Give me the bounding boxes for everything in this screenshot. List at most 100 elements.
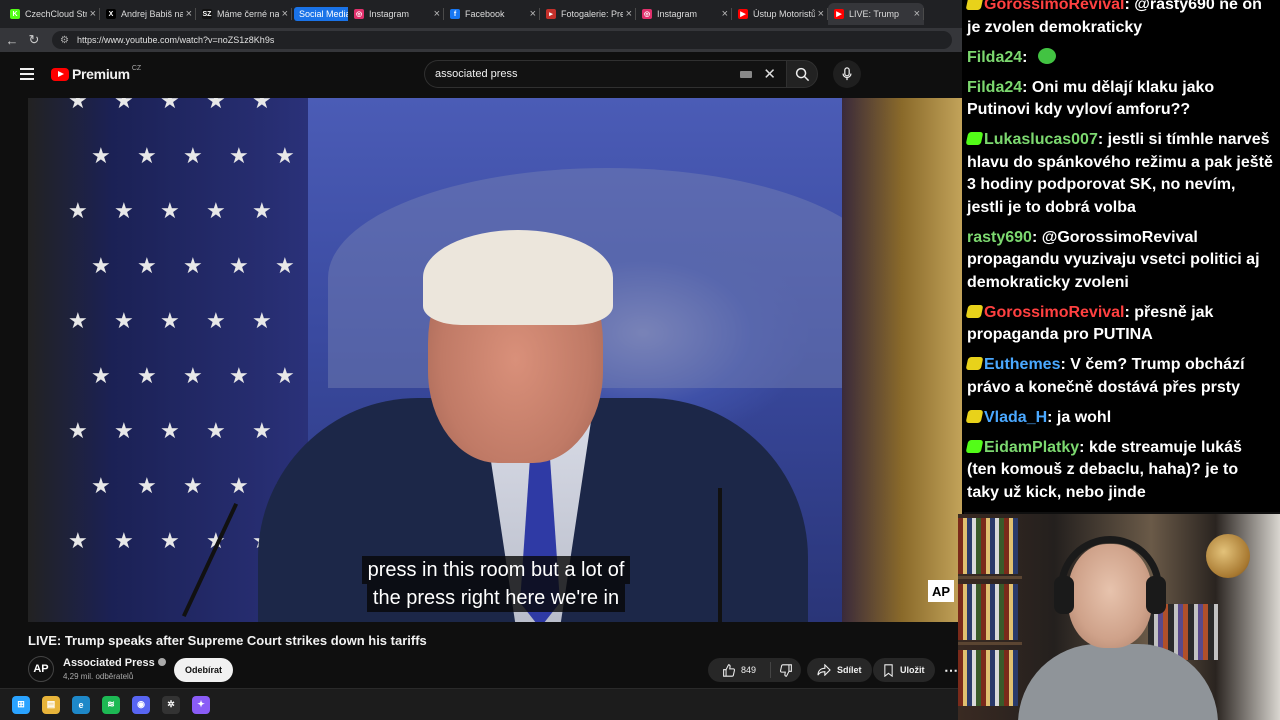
tab-group-label[interactable]: Social Media	[294, 7, 348, 21]
chat-username[interactable]: Vlada_H	[984, 409, 1047, 426]
like-button[interactable]: 849	[708, 662, 771, 678]
edge-icon[interactable]: e	[72, 695, 90, 714]
bookmark-icon	[884, 663, 893, 677]
browser-tab[interactable]: ▶ Ústup Motoristů ×	[732, 3, 828, 25]
headphone-left	[1054, 576, 1074, 614]
browser-tab[interactable]: SZ Máme černé na ×	[196, 3, 292, 25]
chat-username[interactable]: Lukaslucas007	[984, 131, 1098, 148]
url-field[interactable]: ⚙ https://www.youtube.com/watch?v=noZS1z…	[52, 31, 952, 49]
flag-star: ★	[252, 98, 272, 113]
tab-title: Instagram	[369, 9, 410, 19]
browser-tab[interactable]: ▶ LIVE: Trump ×	[828, 3, 924, 25]
subscriber-badge-icon	[965, 409, 984, 423]
youtube-logo[interactable]: Premium CZ	[51, 65, 141, 82]
flag-star: ★	[275, 363, 295, 388]
chat-username[interactable]: Filda24	[967, 49, 1022, 66]
chat-username[interactable]: Euthemes	[984, 356, 1060, 373]
chat-message: EidamPlatky: kde streamuje lukáš (ten ko…	[965, 437, 1273, 505]
flag-star: ★	[114, 528, 134, 553]
search-input[interactable]: associated press ✕	[424, 60, 786, 88]
browser-tab[interactable]: X Andrej Babiš na ×	[100, 3, 196, 25]
back-icon[interactable]: ←	[0, 28, 24, 52]
chat-username[interactable]: GorossimoRevival	[984, 0, 1125, 13]
subscribe-button[interactable]: Odebírat	[174, 658, 234, 682]
share-button[interactable]: Sdílet	[807, 658, 872, 682]
clear-search-icon[interactable]: ✕	[763, 65, 776, 83]
chat-username[interactable]: EidamPlatky	[984, 439, 1079, 456]
tab-close-icon[interactable]: ×	[434, 8, 440, 20]
flag-star: ★	[183, 363, 203, 388]
tab-favicon-icon: f	[450, 9, 460, 19]
browser-tab[interactable]: K CzechCloud Stre ×	[4, 3, 100, 25]
flag-star: ★	[206, 308, 226, 333]
tab-close-icon[interactable]: ×	[722, 8, 728, 20]
site-info-icon[interactable]: ⚙	[60, 35, 69, 46]
headphone-right	[1146, 576, 1166, 614]
video-player[interactable]: ★ ★ ★ ★ ★ ★ ★ ★ ★ ★ ★ ★ ★ ★ ★ ★ ★ ★ ★ ★ ★ ★ ★ ★ ★ ★ ★ ★ ★ ★ ★ ★ ★ ★ ★ ★ ★ ★ ★ ★…	[28, 98, 962, 622]
chat-colon: :	[1047, 408, 1057, 426]
flag-star: ★	[160, 418, 180, 443]
tab-close-icon[interactable]: ×	[282, 8, 288, 20]
tab-close-icon[interactable]: ×	[818, 8, 824, 20]
tab-favicon-icon: ◎	[354, 9, 364, 19]
flag-star: ★	[114, 198, 134, 223]
chat-username[interactable]: rasty690	[967, 229, 1032, 246]
channel-name-wrap[interactable]: Associated Press	[63, 657, 166, 669]
subscriber-badge-icon	[965, 357, 984, 370]
chat-message: GorossimoRevival: @rasty690 ne on je zvo…	[965, 0, 1273, 39]
stream-chat: GorossimoRevival: @rasty690 ne on je zvo…	[964, 0, 1280, 512]
presidential-flag	[842, 98, 962, 622]
chatgpt-icon[interactable]: ✲	[162, 695, 180, 714]
file-explorer-icon[interactable]: ▤	[42, 695, 60, 714]
chat-message: Filda24: Oni mu dělají klaku jako Putino…	[967, 77, 1273, 122]
tab-favicon-icon: SZ	[202, 9, 212, 19]
flag-star: ★	[160, 98, 180, 113]
chat-colon: :	[1060, 356, 1071, 373]
url-text: https://www.youtube.com/watch?v=noZS1z8K…	[76, 35, 275, 45]
flag-star: ★	[160, 528, 180, 553]
tab-title: Máme černé na	[217, 9, 279, 19]
windows-taskbar: ⊞ ▤ e ≋ ◉ ✲ ✦	[0, 688, 962, 720]
flag-star: ★	[229, 253, 249, 278]
discord-icon[interactable]: ◉	[132, 695, 150, 714]
logo-text: Premium	[72, 66, 130, 82]
chat-colon: :	[1097, 131, 1108, 148]
windows-start-icon[interactable]: ⊞	[12, 695, 30, 714]
flag-star: ★	[91, 363, 111, 388]
chat-username[interactable]: Filda24	[967, 79, 1022, 96]
search-button[interactable]	[786, 60, 818, 88]
tab-close-icon[interactable]: ×	[914, 8, 920, 20]
dislike-button[interactable]	[771, 663, 801, 677]
reload-icon[interactable]: ↻	[22, 28, 46, 52]
tab-group-social-media[interactable]: Social Media	[292, 3, 348, 25]
tab-close-icon[interactable]: ×	[90, 8, 96, 20]
chat-colon: :	[1022, 48, 1032, 66]
flag-star: ★	[206, 198, 226, 223]
verified-icon	[157, 658, 166, 666]
flag-star: ★	[137, 473, 157, 498]
video-title: LIVE: Trump speaks after Supreme Court s…	[28, 633, 427, 648]
browser-tab[interactable]: ◎ Instagram ×	[636, 3, 732, 25]
shelf	[958, 642, 1022, 645]
chat-username[interactable]: GorossimoRevival	[984, 304, 1125, 321]
menu-icon[interactable]	[20, 68, 34, 80]
tab-favicon-icon: ◎	[642, 9, 652, 19]
spotify-icon[interactable]: ≋	[102, 695, 120, 714]
copilot-icon[interactable]: ✦	[192, 695, 210, 714]
chat-messages: GorossimoRevival: @rasty690 ne on je zvo…	[965, 0, 1273, 512]
tab-close-icon[interactable]: ×	[530, 8, 536, 20]
chat-colon: :	[1079, 438, 1089, 456]
voice-search-button[interactable]	[833, 60, 861, 88]
keyboard-icon[interactable]	[740, 71, 752, 78]
channel-avatar[interactable]: AP	[28, 656, 54, 682]
tab-close-icon[interactable]: ×	[186, 8, 192, 20]
chat-colon: :	[1124, 0, 1135, 13]
browser-tab[interactable]: f Facebook ×	[444, 3, 540, 25]
save-button[interactable]: Uložit	[873, 658, 935, 682]
browser-tab[interactable]: ◎ Instagram ×	[348, 3, 444, 25]
chat-message: GorossimoRevival: přesně jak propaganda …	[965, 302, 1273, 347]
tab-close-icon[interactable]: ×	[626, 8, 632, 20]
youtube-play-icon	[51, 67, 69, 81]
ap-watermark: AP	[928, 580, 954, 602]
browser-tab[interactable]: ▸ Fotogalerie: Prez×	[540, 3, 636, 25]
